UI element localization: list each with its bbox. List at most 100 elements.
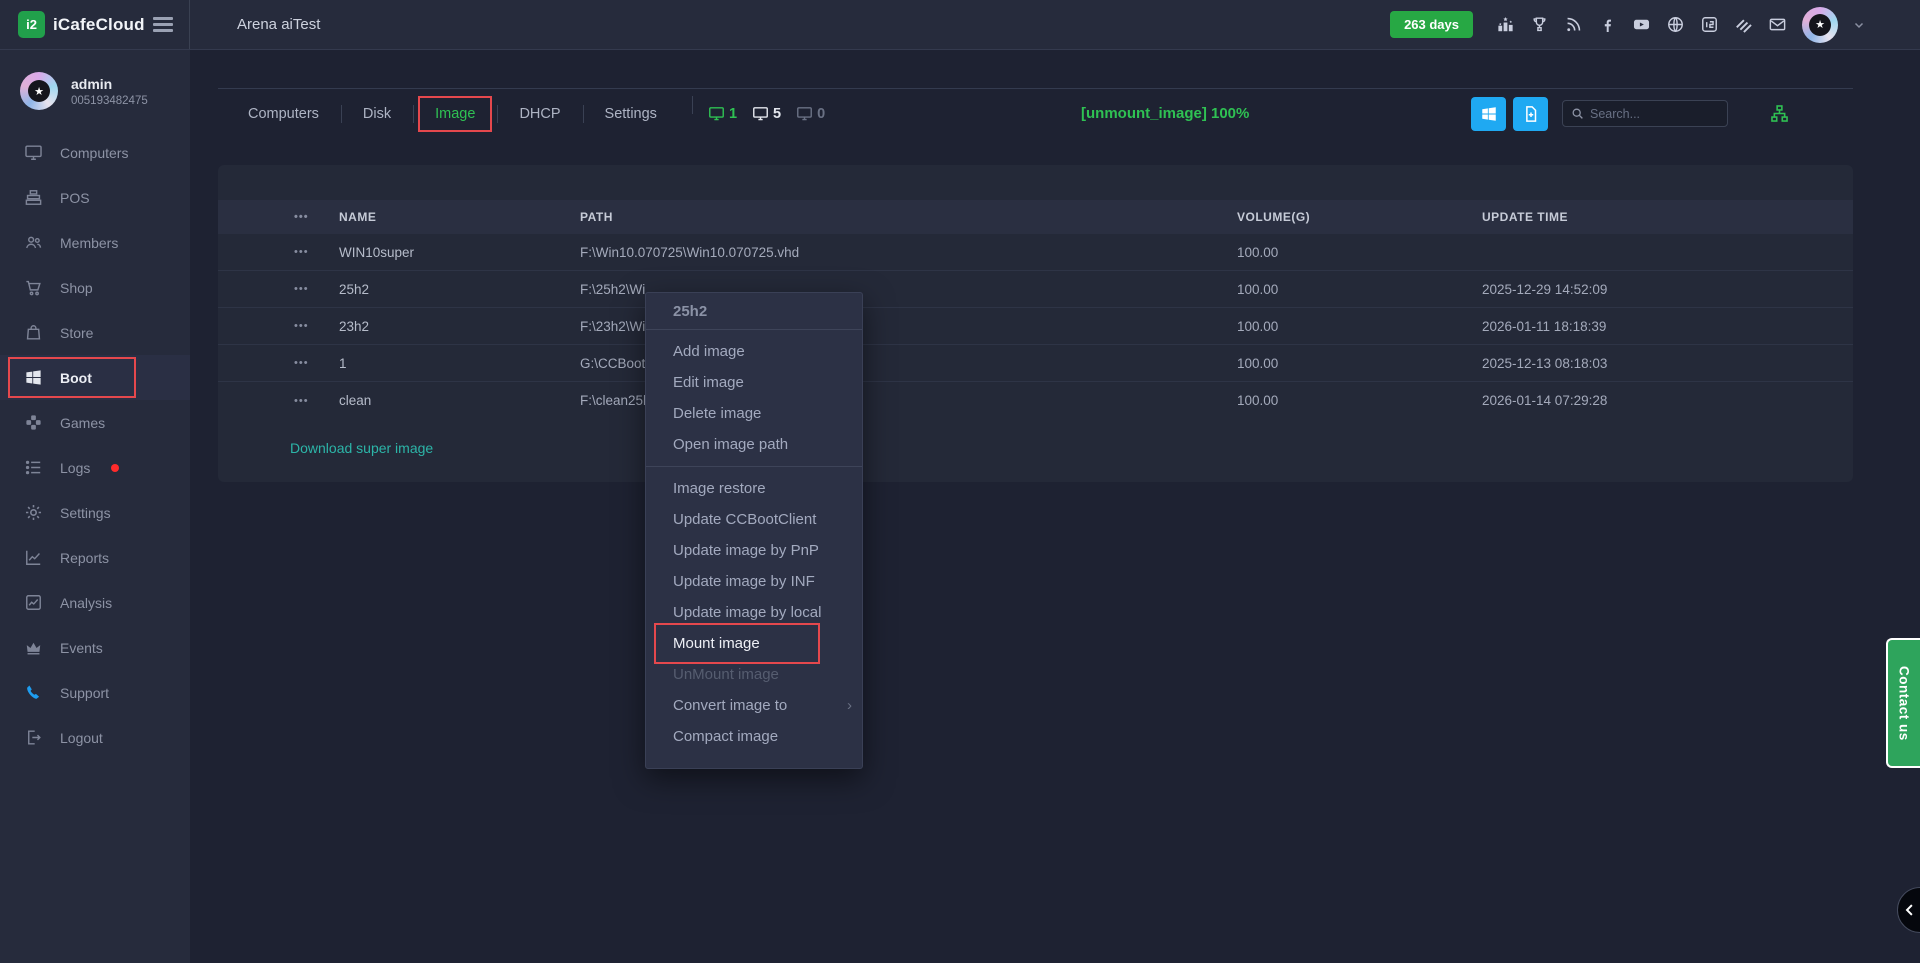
menu-item-update-image-by-inf[interactable]: Update image by INF — [646, 566, 862, 597]
page-title: Arena aiTest — [237, 16, 320, 33]
col-update-time: UPDATE TIME — [1482, 210, 1853, 224]
sidebar-item-logout[interactable]: Logout — [0, 715, 190, 760]
logo: i2 iCafeCloud — [0, 0, 190, 49]
license-days-badge[interactable]: 263 days — [1390, 11, 1473, 38]
menu-item-compact-image[interactable]: Compact image — [646, 721, 862, 752]
col-name: NAME — [339, 210, 580, 224]
medal-icon: ★ — [28, 80, 50, 102]
boot-toolbar: Computers Disk Image DHCP Settings 1 5 0… — [218, 88, 1853, 138]
pc-count-online: 1 — [708, 105, 737, 122]
mail-icon[interactable] — [1768, 15, 1787, 34]
table-row[interactable]: ••• WIN10super F:\Win10.070725\Win10.070… — [218, 234, 1853, 271]
crown-icon — [24, 638, 43, 657]
user-avatar[interactable]: ★ — [1802, 7, 1838, 43]
phone-icon — [24, 683, 43, 702]
tab-computers[interactable]: Computers — [218, 89, 341, 139]
pc-count-used: 5 — [752, 105, 781, 122]
menu-item-mount-image[interactable]: Mount image — [646, 628, 862, 659]
menu-item-add-image[interactable]: Add image — [646, 336, 862, 367]
menu-item-update-image-by-pnp[interactable]: Update image by PnP — [646, 535, 862, 566]
ranking-podium-icon[interactable] — [1496, 15, 1515, 34]
menu-item-delete-image[interactable]: Delete image — [646, 398, 862, 429]
monitor-icon — [708, 105, 725, 122]
row-menu-button[interactable]: ••• — [218, 320, 339, 332]
table-row[interactable]: ••• 25h2 F:\25h2\Wi 100.00 2025-12-29 14… — [218, 271, 1853, 308]
menu-item-image-restore[interactable]: Image restore — [646, 473, 862, 504]
tab-disk[interactable]: Disk — [341, 89, 413, 139]
cash-register-icon — [24, 188, 43, 207]
trophy-icon[interactable] — [1530, 15, 1549, 34]
unmount-status-text: [unmount_image] 100% — [1081, 105, 1249, 122]
row-menu-button[interactable]: ••• — [218, 283, 339, 295]
logo-text: iCafeCloud — [53, 15, 145, 35]
chevron-down-icon[interactable] — [1853, 19, 1865, 31]
windows-boot-button[interactable] — [1471, 97, 1506, 131]
download-super-image-link[interactable]: Download super image — [290, 440, 433, 456]
sidebar-item-reports[interactable]: Reports — [0, 535, 190, 580]
search-input[interactable] — [1590, 107, 1719, 121]
medal-icon: ★ — [1809, 14, 1831, 36]
logout-icon — [24, 728, 43, 747]
row-menu-button[interactable]: ••• — [218, 395, 339, 407]
search-box — [1562, 100, 1728, 127]
sidebar-item-games[interactable]: Games — [0, 400, 190, 445]
context-menu-title: 25h2 — [646, 293, 862, 329]
report-chart-icon — [24, 548, 43, 567]
tab-dhcp[interactable]: DHCP — [497, 89, 582, 139]
contact-us-ribbon[interactable]: Contact us — [1886, 638, 1920, 768]
rss-icon[interactable] — [1564, 15, 1583, 34]
sidebar-item-events[interactable]: Events — [0, 625, 190, 670]
image-context-menu: 25h2 Add image Edit image Delete image O… — [645, 292, 863, 769]
menu-item-edit-image[interactable]: Edit image — [646, 367, 862, 398]
members-icon — [24, 233, 43, 252]
menu-item-convert-image-to[interactable]: Convert image to — [646, 690, 862, 721]
sidebar-item-analysis[interactable]: Analysis — [0, 580, 190, 625]
tiles-icon[interactable] — [1734, 15, 1753, 34]
col-volume: VOLUME(G) — [1237, 210, 1482, 224]
tab-settings[interactable]: Settings — [583, 89, 679, 139]
pc-count-offline: 0 — [796, 105, 825, 122]
sidebar-item-logs[interactable]: Logs — [0, 445, 190, 490]
user-block[interactable]: ★ admin 005193482475 — [0, 50, 190, 110]
topbar-actions: 263 days ★ — [1390, 7, 1920, 43]
bag-icon — [24, 323, 43, 342]
row-menu-button[interactable]: ••• — [218, 357, 339, 369]
youtube-icon[interactable] — [1632, 15, 1651, 34]
cart-icon — [24, 278, 43, 297]
menu-item-open-image-path[interactable]: Open image path — [646, 429, 862, 460]
sidebar-item-pos[interactable]: POS — [0, 175, 190, 220]
sidebar-item-store[interactable]: Store — [0, 310, 190, 355]
analysis-chart-icon — [24, 593, 43, 612]
menu-item-update-ccbootclient[interactable]: Update CCBootClient — [646, 504, 862, 535]
user-id: 005193482475 — [71, 95, 148, 107]
globe-icon[interactable] — [1666, 15, 1685, 34]
sidebar-item-support[interactable]: Support — [0, 670, 190, 715]
file-plus-icon — [1522, 105, 1540, 123]
topbar: i2 iCafeCloud Arena aiTest 263 days ★ — [0, 0, 1920, 50]
network-sitemap-icon[interactable] — [1770, 104, 1789, 123]
sidebar-item-settings[interactable]: Settings — [0, 490, 190, 535]
monitor-icon — [24, 143, 43, 162]
sidebar-item-members[interactable]: Members — [0, 220, 190, 265]
sidebar-item-shop[interactable]: Shop — [0, 265, 190, 310]
facebook-icon[interactable] — [1598, 15, 1617, 34]
windows-icon — [1480, 105, 1498, 123]
sidebar-item-computers[interactable]: Computers — [0, 130, 190, 175]
menu-item-update-image-by-local[interactable]: Update image by local — [646, 597, 862, 628]
toolbar-actions — [1471, 97, 1789, 131]
sidebar-nav: Computers POS Members Shop Store Boot Ga… — [0, 130, 190, 760]
table-row[interactable]: ••• 1 G:\CCBoot.v 100.00 2025-12-13 08:1… — [218, 345, 1853, 382]
table-row[interactable]: ••• clean F:\clean25h 100.00 2026-01-14 … — [218, 382, 1853, 419]
add-image-button[interactable] — [1513, 97, 1548, 131]
row-menu-button[interactable]: ••• — [218, 246, 339, 258]
icafecloud-logo-icon: i2 — [18, 11, 45, 38]
table-row[interactable]: ••• 23h2 F:\23h2\Wi 100.00 2026-01-11 18… — [218, 308, 1853, 345]
sidebar: ★ admin 005193482475 Computers POS Membe… — [0, 50, 190, 963]
gear-icon — [24, 503, 43, 522]
icafe-mark-icon[interactable] — [1700, 15, 1719, 34]
list-icon — [24, 458, 43, 477]
sidebar-item-boot[interactable]: Boot — [0, 355, 190, 400]
tab-image[interactable]: Image — [413, 89, 497, 139]
hamburger-menu-icon[interactable] — [153, 17, 173, 32]
main-content: Computers Disk Image DHCP Settings 1 5 0… — [190, 50, 1920, 963]
